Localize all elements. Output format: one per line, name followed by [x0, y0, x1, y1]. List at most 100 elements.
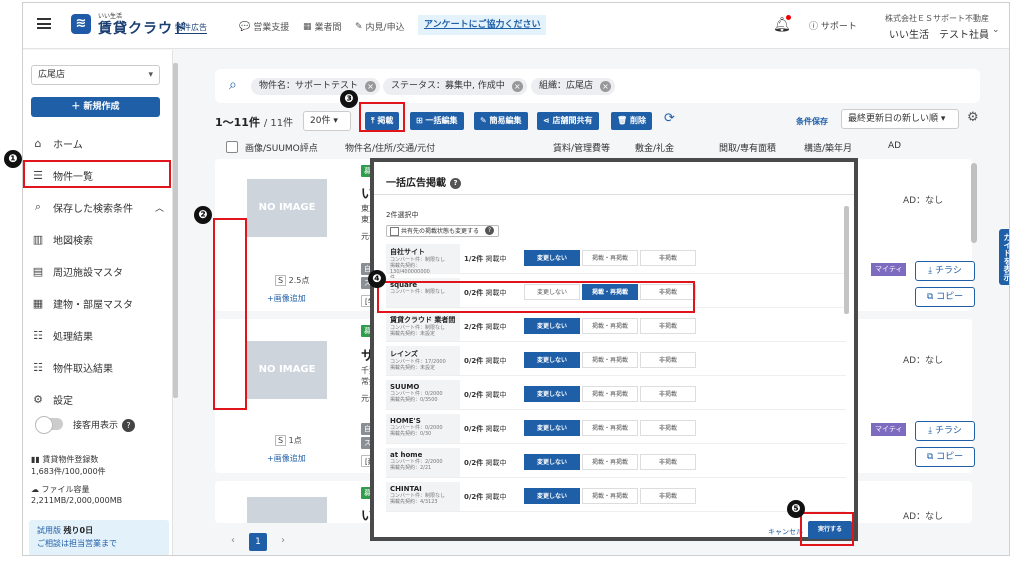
site-meta: 掲載先契約：0/30	[390, 431, 432, 437]
site-label: SUUMO コンバート件：0/2000 掲載先契約：0/3500	[386, 380, 460, 409]
option-unpublish[interactable]: 非掲載	[640, 250, 696, 266]
site-label: CHINTAI コンバート件：制限なし 掲載先契約：4/3123	[386, 482, 460, 511]
option-unpublish[interactable]: 非掲載	[640, 318, 696, 334]
site-label: 賃貸クラウド 業者間 コンバート件：制限なし 掲載先契約：未設定	[386, 312, 460, 341]
option-no-change[interactable]: 変更しない	[524, 420, 580, 436]
option-unpublish[interactable]: 非掲載	[640, 420, 696, 436]
option-publish[interactable]: 掲載・再掲載	[582, 352, 638, 368]
store-share-button[interactable]: ⋖ 店舗間共有	[537, 112, 599, 130]
sort-select[interactable]: 最終更新日の新しい順 ▾	[841, 109, 959, 129]
download-icon: ⤓	[928, 266, 933, 276]
option-unpublish[interactable]: 非掲載	[640, 386, 696, 402]
add-image-link[interactable]: +画像追加	[267, 453, 306, 464]
sidebar-item-import-results[interactable]: ☷ 物件取込結果	[31, 356, 171, 378]
mytai-tag: マイティ	[871, 263, 907, 276]
column-header-layout: 間取/専有面積	[719, 144, 777, 154]
chevron-up-icon[interactable]: ︿	[155, 201, 164, 214]
copy-button[interactable]: ⧉ コピー	[915, 287, 975, 307]
dialog-title: 一括広告掲載?	[386, 174, 461, 189]
help-icon[interactable]: ?	[122, 419, 136, 432]
dialog-scrollbar[interactable]	[844, 206, 849, 314]
close-icon[interactable]: ×	[511, 81, 523, 92]
main-scrollbar[interactable]	[971, 163, 977, 243]
refresh-icon[interactable]: ⟳	[664, 111, 675, 126]
sidebar-item-process-results[interactable]: ☷ 処理結果	[31, 324, 171, 346]
delete-button[interactable]: 🗑︎ 削除	[611, 112, 652, 130]
filter-chip-name[interactable]: 物件名：サポートテスト ×	[251, 78, 381, 95]
property-count-value: 1,683件/100,000件	[31, 467, 106, 476]
nav-sales-support[interactable]: 💬 営業支援	[239, 20, 289, 34]
option-no-change[interactable]: 変更しない	[524, 386, 580, 402]
site-name: HOME'S	[390, 417, 421, 425]
site-status: 0/2件 掲載中	[464, 357, 507, 365]
option-publish[interactable]: 掲載・再掲載	[582, 488, 638, 504]
sidebar-item-home[interactable]: ⌂ ホーム	[31, 132, 171, 154]
option-publish[interactable]: 掲載・再掲載	[582, 318, 638, 334]
option-publish[interactable]: 掲載・再掲載	[582, 454, 638, 470]
chevron-down-icon[interactable]: ⌄	[992, 25, 1000, 35]
option-publish[interactable]: 掲載・再掲載	[582, 250, 638, 266]
mytai-tag: マイティ	[871, 423, 907, 436]
cloud-icon: ☁	[31, 485, 39, 494]
option-no-change[interactable]: 変更しない	[524, 318, 580, 334]
edit-table-icon: ⊞	[416, 116, 423, 125]
site-name: SUUMO	[390, 383, 420, 391]
search-bar[interactable]: ⌕ 物件名：サポートテスト × ステータス：募集中, 作成中 × 組織：広尾店 ×	[215, 69, 980, 103]
quick-edit-button[interactable]: ✎ 簡易編集	[474, 112, 528, 130]
pager-next-icon[interactable]: ›	[281, 535, 285, 546]
guest-display-toggle[interactable]	[35, 416, 63, 434]
nav-inter-agent[interactable]: ▦ 業者間	[303, 20, 342, 34]
nav-viewing-application[interactable]: ✎ 内見/申込	[355, 20, 405, 34]
share-status-checkbox[interactable]: 共有先の掲載状態も変更する ?	[386, 225, 499, 237]
filter-chip-org[interactable]: 組織：広尾店 ×	[531, 78, 616, 95]
store-icon: ▤	[32, 264, 44, 278]
option-no-change[interactable]: 変更しない	[524, 454, 580, 470]
sidebar-item-map-search[interactable]: ▥ 地図検索	[31, 228, 171, 250]
close-icon[interactable]: ×	[365, 81, 377, 92]
help-icon[interactable]: ?	[450, 178, 461, 189]
add-image-link[interactable]: +画像追加	[267, 293, 306, 304]
survey-link[interactable]: アンケートにご協力ください	[418, 15, 547, 35]
pager-prev-icon[interactable]: ‹	[231, 535, 235, 546]
sidebar-item-settings[interactable]: ⚙ 設定	[31, 388, 171, 410]
save-condition-link[interactable]: 条件保存	[796, 116, 828, 127]
option-no-change[interactable]: 変更しない	[524, 250, 580, 266]
guide-toggle-tab[interactable]: ガイドを表示	[999, 229, 1009, 285]
ad-value: AD：なし	[903, 196, 944, 206]
option-publish[interactable]: 掲載・再掲載	[582, 420, 638, 436]
select-all-checkbox[interactable]	[226, 141, 238, 153]
highlight-property-list	[23, 160, 171, 188]
gear-icon[interactable]: ⚙	[967, 110, 979, 125]
building-icon: ▦	[32, 296, 44, 310]
copy-button[interactable]: ⧉ コピー	[915, 447, 975, 467]
pager-page-current[interactable]: 1	[249, 533, 267, 551]
option-publish[interactable]: 掲載・再掲載	[582, 386, 638, 402]
filter-chip-status[interactable]: ステータス：募集中, 作成中 ×	[383, 78, 527, 95]
flyer-button[interactable]: ⤓ チラシ	[915, 261, 975, 281]
sidebar-item-building-master[interactable]: ▦ 建物・部屋マスタ	[31, 292, 171, 314]
store-select[interactable]: 広尾店	[31, 65, 160, 85]
sidebar-item-nearby-facilities[interactable]: ▤ 周辺施設マスタ	[31, 260, 171, 282]
sidebar-item-saved-search[interactable]: ⌕ 保存した検索条件 ︿	[31, 196, 171, 218]
option-unpublish[interactable]: 非掲載	[640, 352, 696, 368]
user-name[interactable]: いい生活 テスト社員	[881, 26, 989, 41]
option-no-change[interactable]: 変更しない	[524, 352, 580, 368]
option-unpublish[interactable]: 非掲載	[640, 454, 696, 470]
support-link[interactable]: ⓘ サポート	[809, 19, 857, 32]
cancel-button[interactable]: キャンセル	[768, 527, 803, 537]
site-row: 賃貸クラウド 業者間 コンバート件：制限なし 掲載先契約：未設定 2/2件 掲載中 変更…	[386, 312, 846, 342]
column-header-ad: AD	[888, 141, 902, 151]
search-icon[interactable]: ⌕	[229, 77, 237, 93]
flyer-button[interactable]: ⤓ チラシ	[915, 421, 975, 441]
close-icon[interactable]: ×	[600, 81, 612, 92]
sidebar-scrollbar[interactable]	[173, 63, 178, 398]
bulk-edit-button[interactable]: ⊞ 一括編集	[410, 112, 464, 130]
top-header: ≋ いい生活 賃貸クラウド 物件広告 💬 営業支援 ▦ 業者間 ✎ 内見/申込 アンケ…	[23, 3, 1009, 49]
copy-icon: ⧉	[926, 292, 934, 302]
new-create-button[interactable]: ＋ 新規作成	[31, 97, 160, 117]
option-no-change[interactable]: 変更しない	[524, 488, 580, 504]
menu-icon[interactable]	[37, 18, 51, 29]
help-icon[interactable]: ?	[484, 226, 494, 235]
option-unpublish[interactable]: 非掲載	[640, 488, 696, 504]
page-size-select[interactable]: 20件 ▾	[303, 111, 351, 131]
